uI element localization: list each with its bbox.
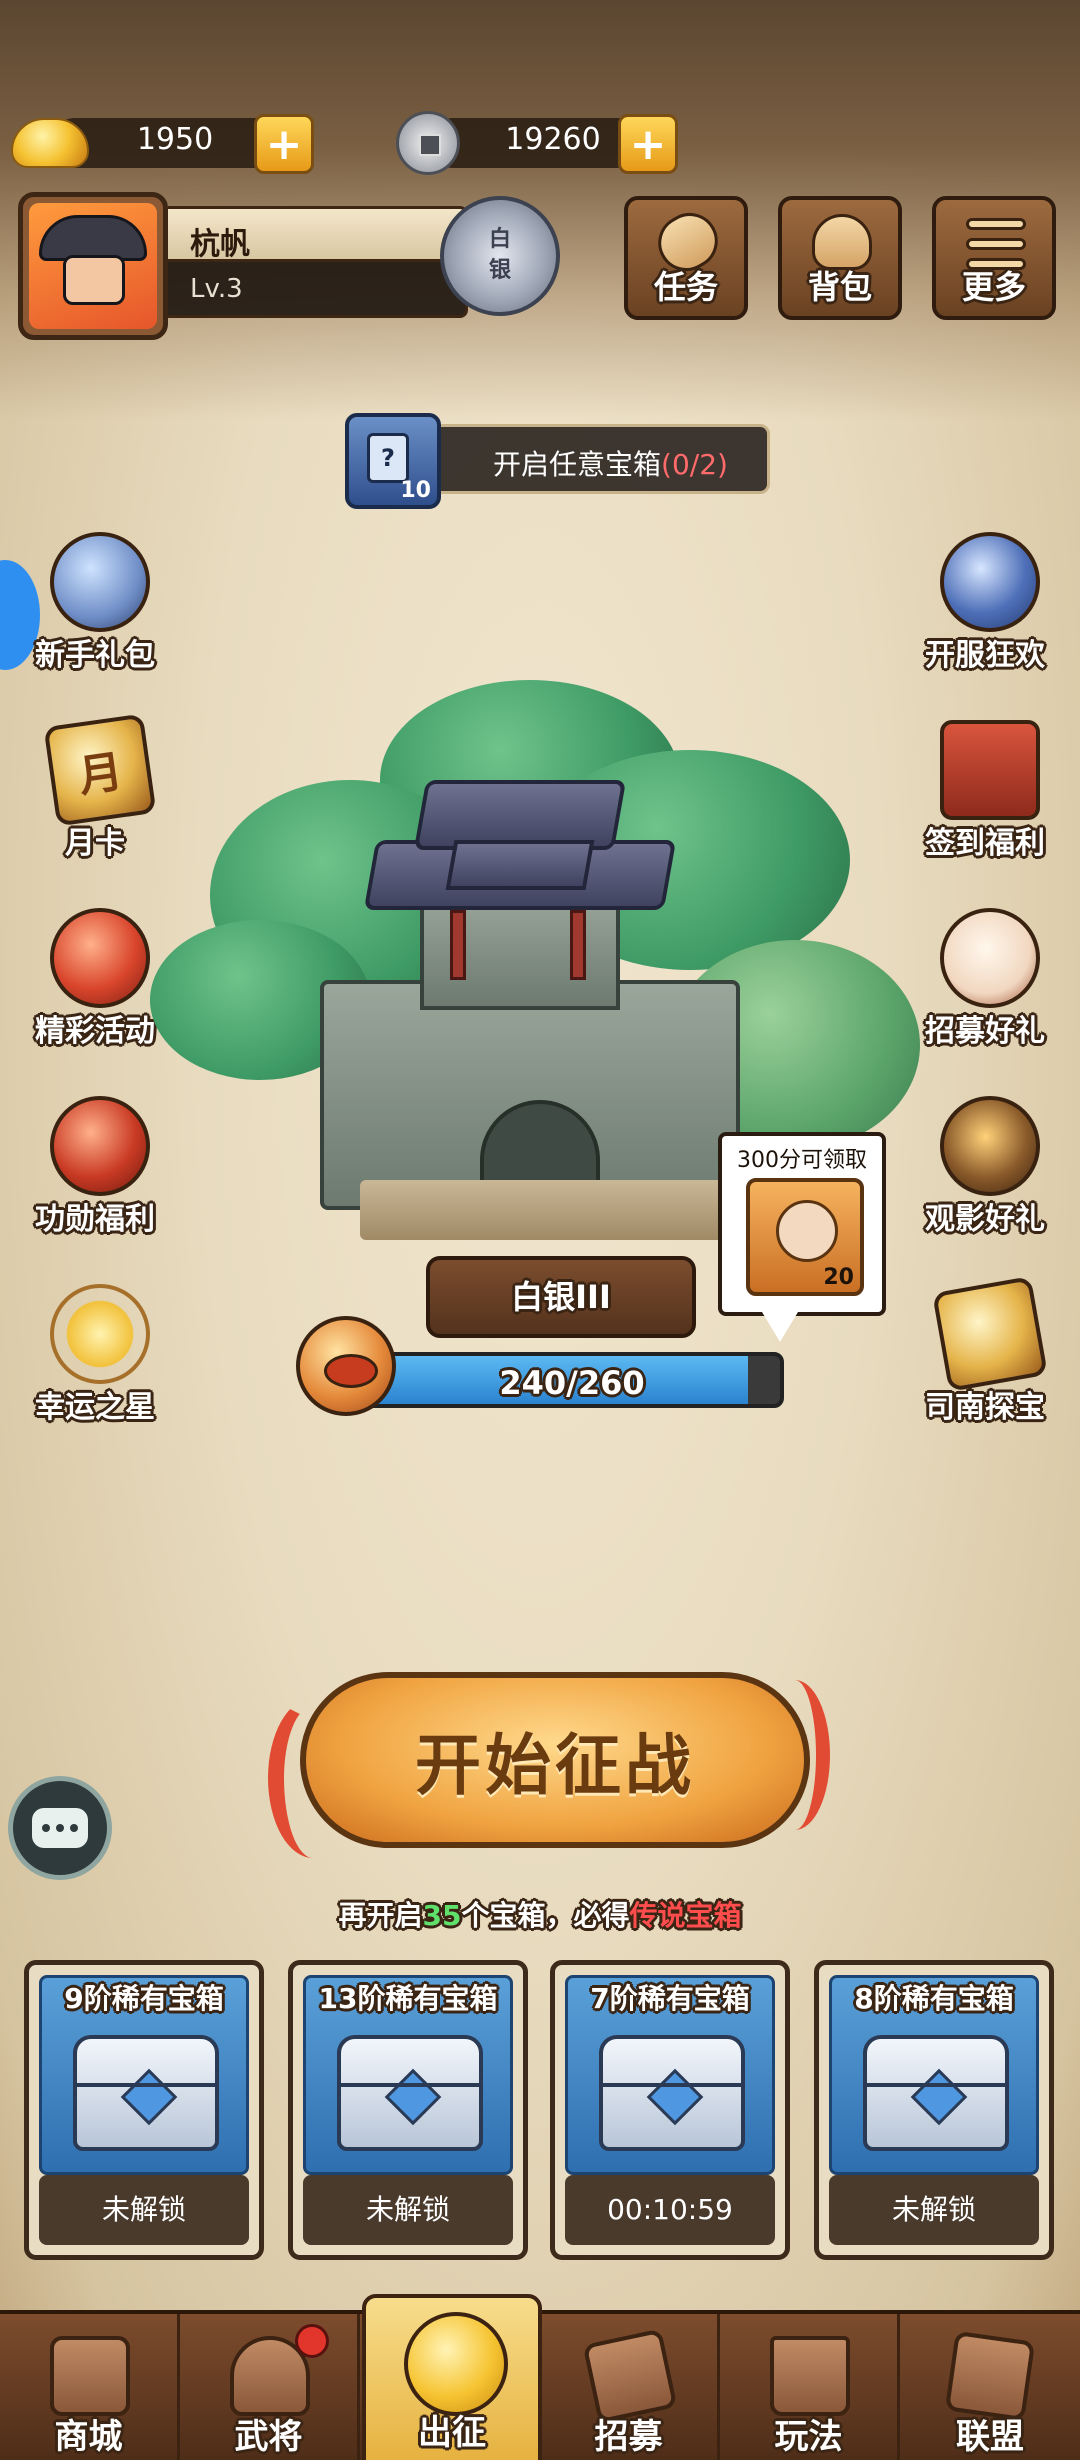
gold-currency: 1950 + [10, 112, 314, 174]
merit-bag-icon [50, 1096, 150, 1196]
chest-icon [863, 2035, 1009, 2151]
bottom-nav: 商城 武将 出征 招募 玩法 联盟 [0, 2294, 1080, 2460]
rank-reward-bubble[interactable]: 300分可领取 20 [718, 1132, 886, 1342]
rank-badge-char-1: 白 [488, 227, 511, 253]
bag-button[interactable]: 背包 [778, 196, 902, 320]
chest-title: 7阶稀有宝箱 [590, 1982, 750, 2015]
chest-slot-1[interactable]: 9阶稀有宝箱 未解锁 [24, 1960, 264, 2260]
expedition-icon [404, 2312, 508, 2416]
sign-in-icon [940, 720, 1040, 820]
silver-currency: 19260 + [388, 111, 688, 175]
notification-dot [295, 2324, 329, 2358]
nav-generals[interactable]: 武将 [180, 2314, 360, 2460]
mission-progress: (0/2) [661, 448, 728, 481]
rank-badge[interactable]: 白 银 [440, 196, 560, 316]
gameplay-pavilion-icon [770, 2336, 850, 2416]
trophy-pouch-icon[interactable] [296, 1316, 396, 1416]
player-level: Lv.3 [190, 274, 243, 304]
tasks-button[interactable]: 任务 [624, 196, 748, 320]
side-item-newbie-gift[interactable]: 新手礼包 [10, 532, 180, 682]
chest-slot-4[interactable]: 8阶稀有宝箱 未解锁 [814, 1960, 1054, 2260]
player-name: 杭帆 [190, 227, 250, 262]
chest-slot-3[interactable]: 7阶稀有宝箱 00:10:59 [550, 1960, 790, 2260]
mission-card-count: 10 [400, 478, 431, 503]
legendary-chest-hint: 再开启35个宝箱，必得传说宝箱 [338, 1899, 742, 1932]
chest-status: 未解锁 [829, 2175, 1039, 2245]
chest-icon [337, 2035, 483, 2151]
player-name-bar: 杭帆 [168, 206, 468, 262]
reward-count: 20 [823, 1265, 854, 1290]
add-gold-button[interactable]: + [254, 114, 314, 174]
rank-badge-char-2: 银 [488, 258, 511, 283]
more-label: 更多 [961, 268, 1026, 306]
chest-slot-2[interactable]: 13阶稀有宝箱 未解锁 [288, 1960, 528, 2260]
rank-progress-bar: 240/260 [360, 1352, 784, 1408]
alliance-icon [944, 2330, 1036, 2422]
server-celebration-icon [940, 532, 1040, 632]
hero-portrait-icon: 20 [746, 1178, 864, 1296]
chest-status: 未解锁 [303, 2175, 513, 2245]
nav-gameplay[interactable]: 玩法 [720, 2314, 900, 2460]
chest-title: 8阶稀有宝箱 [854, 1982, 1014, 2015]
reward-bubble-title: 300分可领取 [737, 1148, 867, 1173]
player-level-bar: Lv.3 [168, 262, 468, 318]
nav-shop[interactable]: 商城 [0, 2314, 180, 2460]
side-item-server-celebration[interactable]: 开服狂欢 [900, 532, 1070, 682]
video-reward-icon [940, 1096, 1040, 1196]
chest-icon [599, 2035, 745, 2151]
side-item-compass-treasure[interactable]: 司南探宝 [900, 1276, 1070, 1434]
chest-title: 9阶稀有宝箱 [64, 1982, 224, 2015]
gold-amount: 1950 [136, 122, 214, 157]
shop-icon [50, 2336, 130, 2416]
add-silver-button[interactable]: + [618, 114, 678, 174]
hint-count: 35 [422, 1899, 462, 1932]
mission-banner[interactable]: ? 10 开启任意宝箱(0/2) [345, 413, 770, 509]
chest-status: 未解锁 [39, 2175, 249, 2245]
more-button[interactable]: 更多 [932, 196, 1056, 320]
player-avatar[interactable] [18, 192, 168, 340]
chest-title: 13阶稀有宝箱 [318, 1982, 498, 2015]
start-battle-label: 开始征战 [415, 1727, 695, 1804]
monthly-card-icon: 月 [43, 713, 157, 827]
hint-reward: 传说宝箱 [629, 1899, 742, 1932]
rank-progress-text: 240/260 [499, 1364, 645, 1402]
recruit-drum-icon [940, 908, 1040, 1008]
nav-alliance[interactable]: 联盟 [900, 2314, 1080, 2460]
side-item-lucky-star[interactable]: 幸运之星 [10, 1284, 180, 1434]
nav-recruit[interactable]: 招募 [540, 2314, 720, 2460]
rank-plate[interactable]: 白银III [426, 1256, 696, 1338]
start-battle-button[interactable]: 开始征战 [300, 1672, 810, 1848]
chest-timer: 00:10:59 [565, 2175, 775, 2245]
chat-bubble-icon [32, 1808, 88, 1848]
compass-treasure-icon [932, 1276, 1048, 1392]
mission-text: 开启任意宝箱(0/2) [493, 448, 728, 481]
lucky-star-icon [50, 1284, 150, 1384]
mystery-card-icon: ? 10 [345, 413, 441, 509]
bag-label: 背包 [807, 268, 872, 306]
nav-expedition[interactable]: 出征 [362, 2294, 542, 2460]
tasks-label: 任务 [653, 268, 718, 306]
hero-gift-icon [50, 532, 150, 632]
chat-button[interactable] [8, 1776, 112, 1880]
event-bag-icon [50, 908, 150, 1008]
chest-icon [73, 2035, 219, 2151]
